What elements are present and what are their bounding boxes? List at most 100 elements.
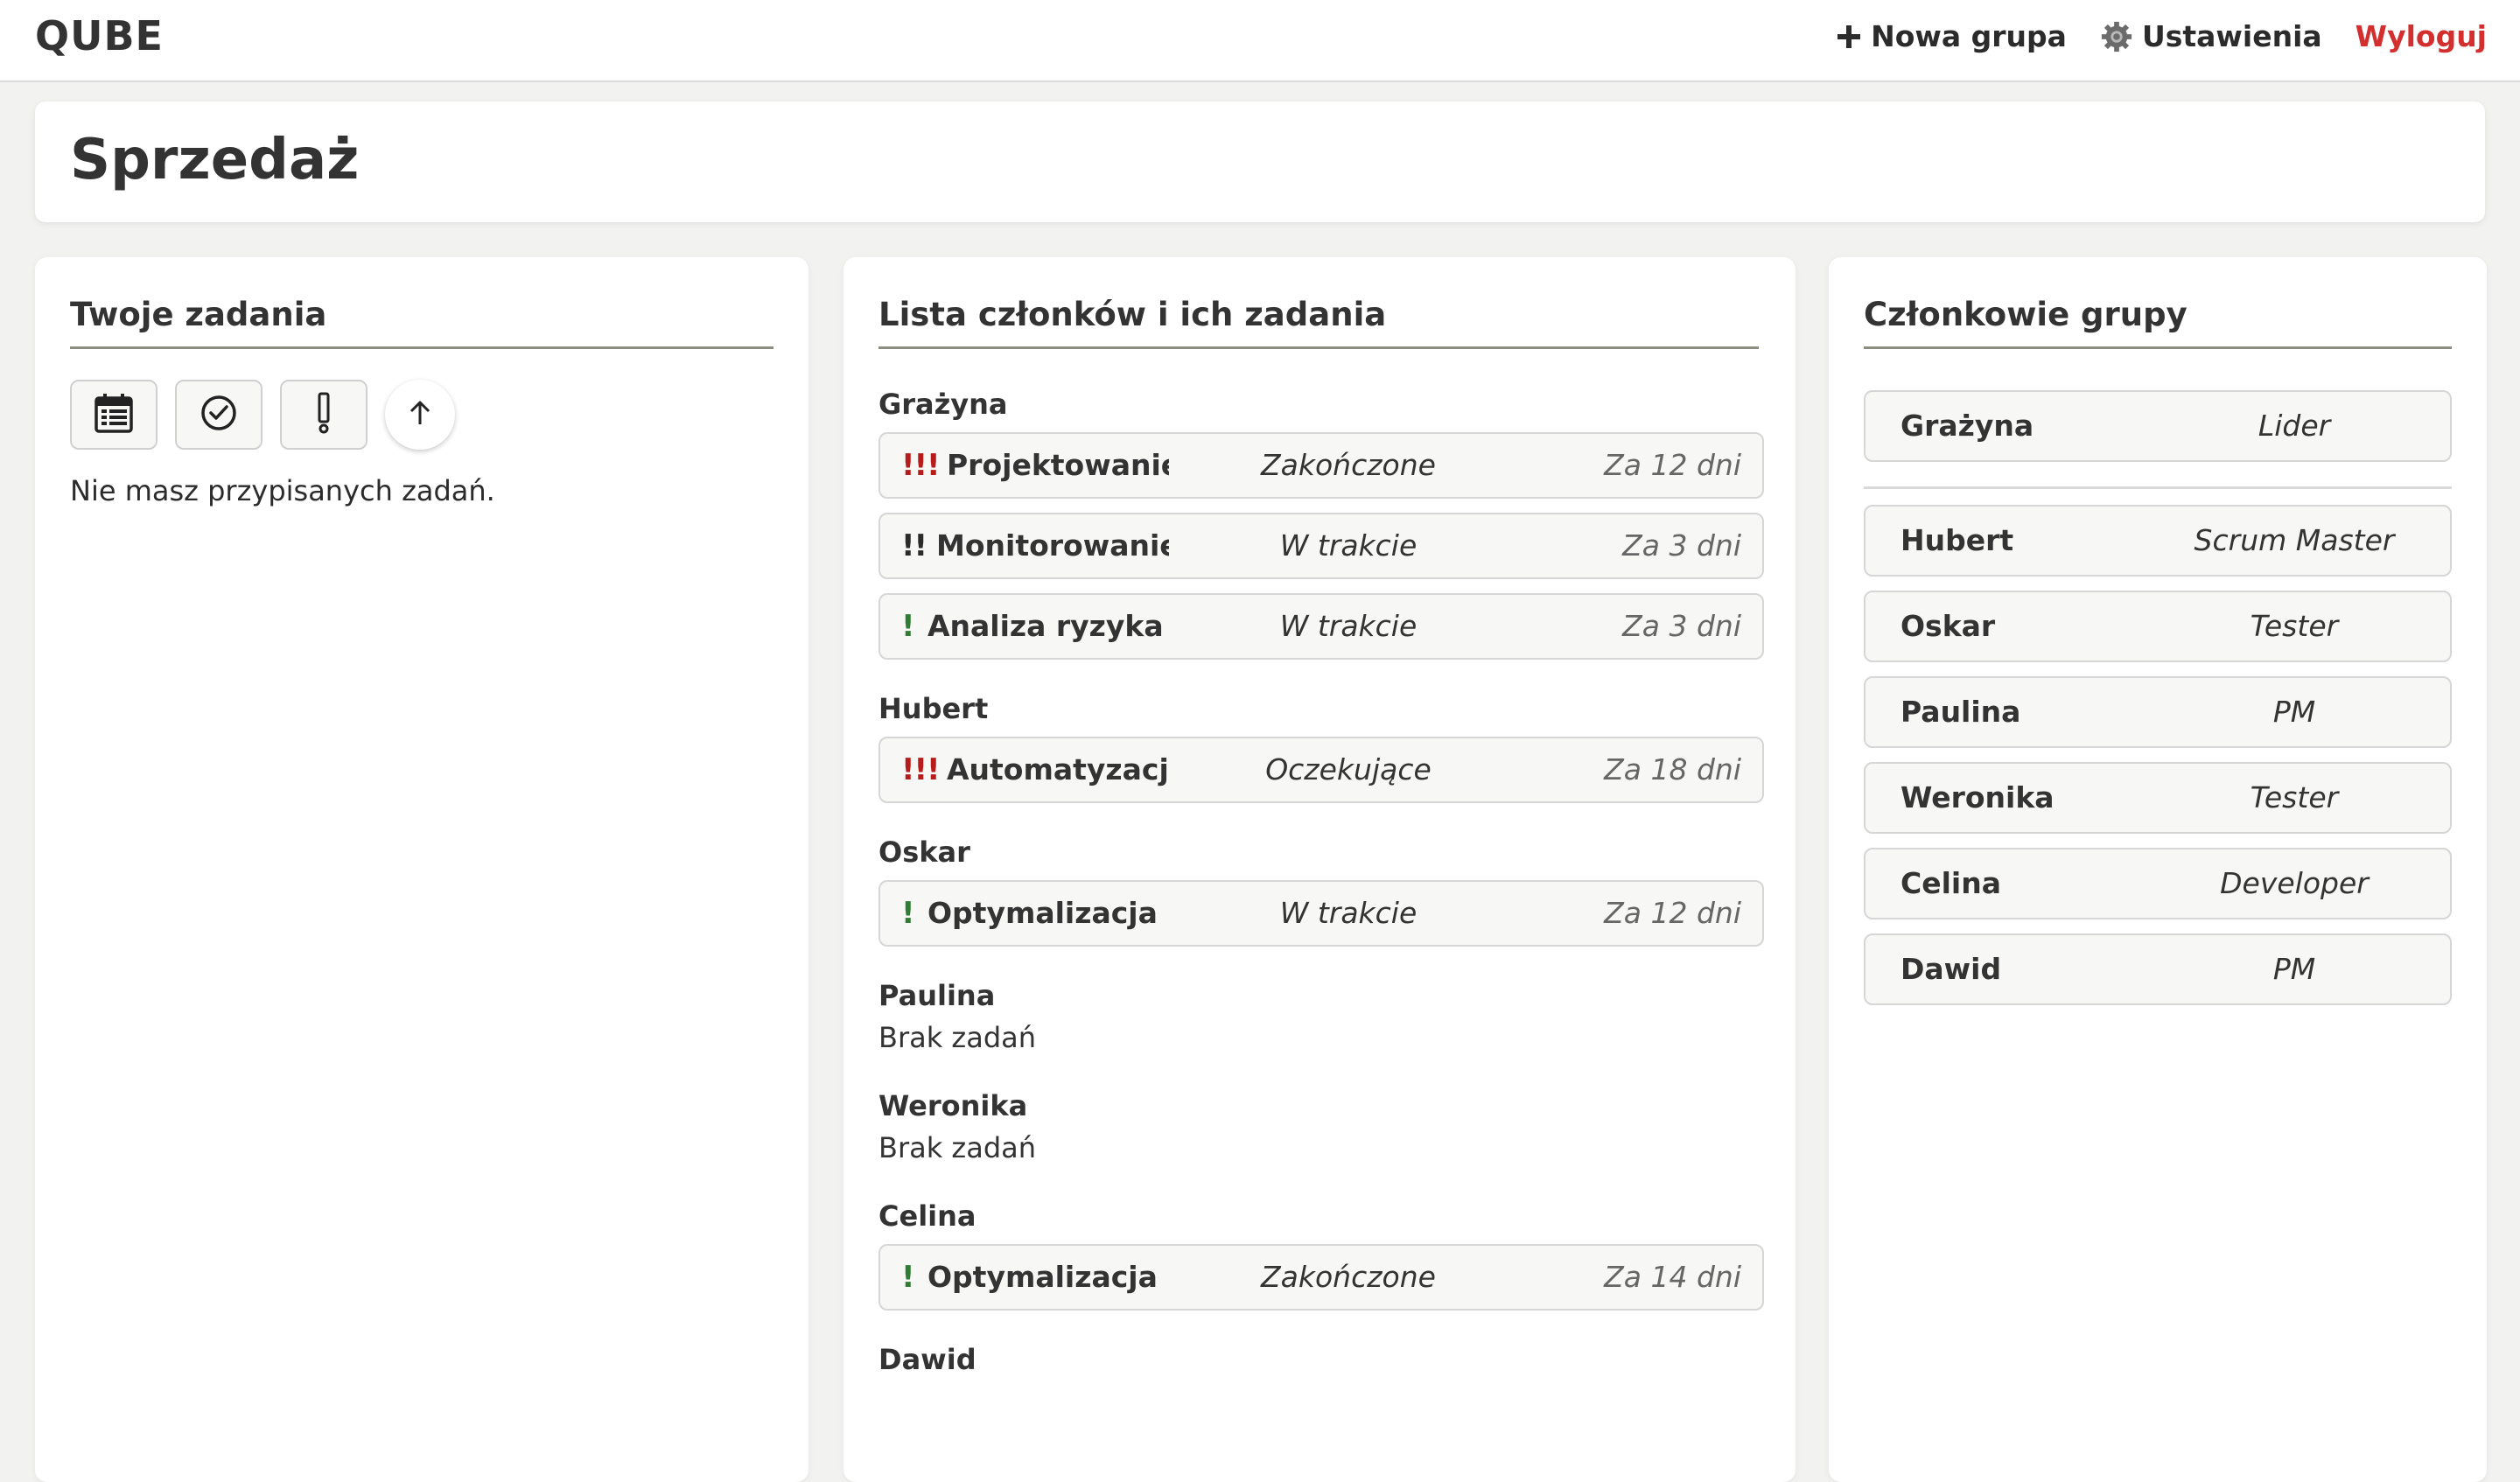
top-bar: QUBE Nowa grupa Ustawienia Wyloguj (0, 0, 2520, 82)
arrow-up-icon (407, 399, 433, 430)
plus-icon (1836, 24, 1862, 50)
member-name: Celina (1900, 866, 2001, 900)
member-name: Hubert (878, 692, 989, 725)
top-nav: Nowa grupa Ustawienia Wyloguj (1802, 19, 2487, 53)
task-row[interactable]: ! Optymalizacja SE Zakończone Za 14 dni (878, 1244, 1764, 1311)
task-status: W trakcie (1279, 528, 1418, 563)
filter-priority-button[interactable] (280, 380, 368, 450)
members-tasks-title: Lista członków i ich zadania (878, 296, 1387, 333)
member-name: Hubert (1900, 523, 2014, 557)
group-members-panel: Członkowie grupy Grażyna Lider Hubert Scr… (1829, 257, 2487, 1482)
my-tasks-panel: Twoje zadania Nie masz przypisanych zada… (35, 257, 808, 1482)
new-group-label: Nowa grupa (1871, 19, 2067, 53)
group-members-title: Członkowie grupy (1864, 296, 2188, 333)
priority-indicator: ! (901, 896, 914, 931)
member-row[interactable]: Dawid PM (1864, 933, 2452, 1005)
title-divider (1864, 346, 2452, 349)
member-task-group: Grażyna!!!Projektowanie bZakończoneZa 12… (878, 385, 1764, 660)
group-members-list: Grażyna Lider Hubert Scrum Master Oskar Tes… (1864, 390, 2452, 1019)
member-name: Oskar (1900, 609, 1996, 643)
task-status: Zakończone (1261, 1260, 1436, 1294)
task-row[interactable]: ! Analiza ryzyka W trakcie Za 3 dni (878, 593, 1764, 660)
member-task-group: Hubert!!!Automatyzacja p Oczekujące Za 18 … (878, 689, 1764, 803)
new-group-button[interactable]: Nowa grupa (1836, 19, 2067, 53)
members-tasks-panel: Lista członków i ich zadania Grażyna!!! P… (844, 257, 1796, 1482)
member-row[interactable]: Hubert Scrum Master (1864, 505, 2452, 577)
task-row[interactable]: !!!Automatyzacja p Oczekujące Za 18 dni (878, 737, 1764, 803)
task-due: Za 12 dni (1604, 448, 1741, 482)
task-due: Za 18 dni (1604, 752, 1741, 786)
title-divider (878, 346, 1759, 349)
calendar-icon (94, 392, 134, 437)
task-status: W trakcie (1279, 896, 1418, 930)
no-tasks-label: Brak zadań (878, 1131, 1037, 1164)
member-role: Scrum Master (2194, 523, 2395, 557)
member-row[interactable]: Oskar Tester (1864, 591, 2452, 662)
leader-row[interactable]: Grażyna Lider (1864, 390, 2452, 462)
task-due: Za 14 dni (1604, 1260, 1741, 1294)
app-logo[interactable]: QUBE (35, 12, 164, 59)
task-status: Zakończone (1261, 448, 1436, 482)
sort-by-date-button[interactable] (70, 380, 158, 450)
member-name: Weronika (878, 1089, 1028, 1122)
no-tasks-message: Nie masz przypisanych zadań. (70, 474, 495, 507)
task-status: Oczekujące (1265, 752, 1432, 786)
priority-indicator: !!! (901, 448, 941, 483)
sort-direction-button[interactable] (385, 380, 455, 450)
settings-label: Ustawienia (2141, 19, 2322, 53)
member-row[interactable]: Celina Developer (1864, 848, 2452, 919)
task-name: Optymalizacja log (928, 896, 1169, 930)
member-name: Dawid (1900, 952, 2002, 986)
check-circle-icon (200, 394, 238, 436)
member-row[interactable]: Paulina PM (1864, 676, 2452, 748)
member-name: Paulina (1900, 695, 2021, 729)
group-title: Sprzedaż (70, 128, 360, 192)
task-due: Za 3 dni (1622, 609, 1741, 643)
member-role: Tester (2250, 780, 2339, 814)
task-status: W trakcie (1279, 609, 1418, 643)
member-name: Celina (878, 1199, 976, 1233)
task-row[interactable]: !!!Projektowanie b Zakończone Za 12 dni (878, 432, 1764, 499)
member-role: PM (2272, 952, 2316, 986)
member-task-group: Dawid (878, 1340, 1764, 1379)
priority-indicator: ! (901, 609, 914, 644)
task-due: Za 3 dni (1622, 528, 1741, 563)
member-role: PM (2272, 695, 2316, 729)
member-task-group: Paulina Brak zadań (878, 976, 1764, 1057)
priority-indicator: ! (901, 1260, 914, 1295)
member-name: Grażyna (1900, 409, 2034, 443)
gear-icon (2100, 20, 2133, 53)
member-task-group: Weronika Brak zadań (878, 1087, 1764, 1167)
no-tasks-label: Brak zadań (878, 1021, 1037, 1054)
member-role: Tester (2250, 609, 2339, 643)
member-name: Oskar (878, 835, 970, 869)
member-task-group: Oskar! Optymalizacja log W trakcie Za 12 dn… (878, 833, 1764, 947)
filter-status-button[interactable] (175, 380, 262, 450)
priority-indicator: !! (901, 528, 928, 563)
settings-button[interactable]: Ustawienia (2100, 19, 2322, 53)
title-divider (70, 346, 774, 349)
member-name: Dawid (878, 1343, 976, 1376)
member-row[interactable]: Weronika Tester (1864, 762, 2452, 834)
leader-divider (1864, 486, 2452, 489)
member-role: Lider (2258, 409, 2331, 443)
task-name: Automatyzacja p (947, 752, 1169, 786)
member-name: Grażyna (878, 388, 1008, 421)
logout-button[interactable]: Wyloguj (2356, 19, 2487, 53)
member-name: Weronika (1900, 780, 2054, 814)
task-row[interactable]: ! Optymalizacja log W trakcie Za 12 dni (878, 880, 1764, 947)
task-row[interactable]: !!Monitorowanie s W trakcie Za 3 dni (878, 513, 1764, 579)
member-task-group: Celina! Optymalizacja SE Zakończone Za 14 d… (878, 1197, 1764, 1311)
task-name: Monitorowanie s (936, 528, 1169, 563)
group-header: Sprzedaż (35, 101, 2485, 222)
member-name: Paulina (878, 979, 996, 1012)
task-name: Analiza ryzyka (928, 609, 1164, 643)
my-tasks-title: Twoje zadania (70, 296, 327, 333)
exclamation-icon (315, 391, 332, 438)
task-name: Projektowanie b (947, 448, 1169, 482)
task-due: Za 12 dni (1604, 896, 1741, 930)
members-task-list: Grażyna!!!Projektowanie bZakończoneZa 12… (878, 385, 1764, 1409)
task-name: Optymalizacja SE (928, 1260, 1169, 1294)
task-filter-bar (70, 380, 455, 450)
member-role: Developer (2220, 866, 2369, 900)
